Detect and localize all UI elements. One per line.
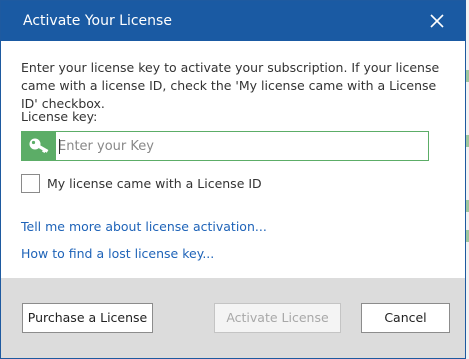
dialog-title: Activate Your License bbox=[23, 13, 172, 29]
close-icon bbox=[430, 14, 444, 28]
purchase-license-button[interactable]: Purchase a License bbox=[22, 303, 153, 333]
activate-license-button[interactable]: Activate License bbox=[214, 303, 341, 333]
activate-license-dialog: Activate Your License Enter your license… bbox=[0, 0, 466, 359]
dialog-footer: Purchase a License Activate License Canc… bbox=[1, 278, 465, 358]
license-key-input[interactable] bbox=[58, 132, 426, 160]
key-icon-container bbox=[22, 132, 56, 160]
dialog-description: Enter your license key to activate your … bbox=[21, 60, 440, 111]
license-activation-info-link[interactable]: Tell me more about license activation... bbox=[21, 219, 267, 234]
text-caret bbox=[59, 139, 60, 154]
license-id-checkbox[interactable] bbox=[21, 174, 40, 193]
close-button[interactable] bbox=[423, 8, 451, 34]
lost-license-key-link[interactable]: How to find a lost license key... bbox=[21, 246, 214, 261]
key-icon bbox=[29, 138, 49, 153]
dialog-titlebar: Activate Your License bbox=[1, 1, 465, 41]
cancel-button[interactable]: Cancel bbox=[361, 303, 450, 333]
license-id-checkbox-label[interactable]: My license came with a License ID bbox=[47, 176, 262, 191]
license-key-field bbox=[21, 131, 429, 161]
license-key-label: License key: bbox=[21, 109, 98, 124]
